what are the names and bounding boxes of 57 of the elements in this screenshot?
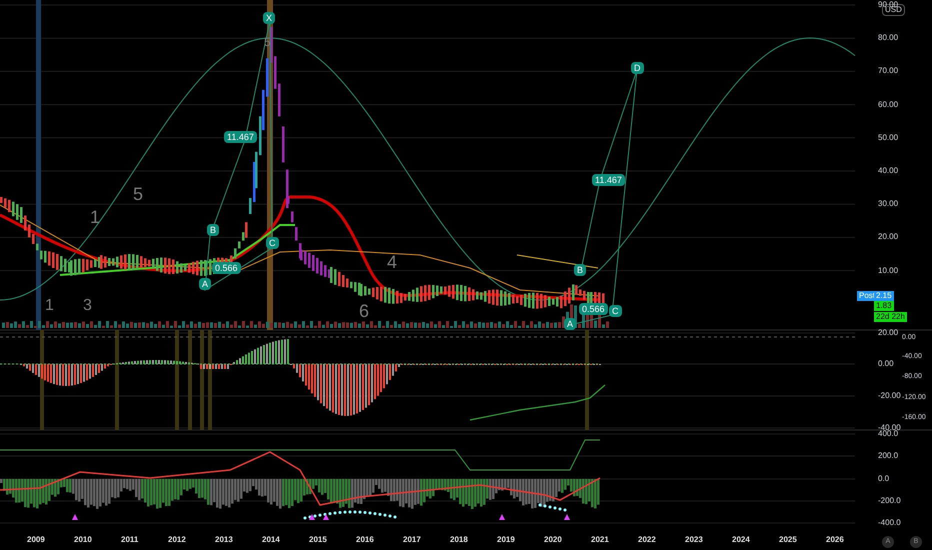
momentum-axis-label: 200.0 — [878, 451, 898, 461]
wave-count: 5 — [264, 36, 271, 48]
wave-count: 5 — [133, 185, 144, 203]
price-axis-label: 20.00 — [878, 232, 898, 242]
price-axis-label: 50.00 — [878, 132, 898, 143]
oscillator-axis-label: 0.00 — [878, 359, 894, 369]
pattern-label: C — [266, 237, 278, 249]
pattern-label: B — [574, 264, 586, 276]
time-axis-label: 2011 — [121, 535, 138, 545]
price-axis-label: 10.00 — [878, 266, 898, 276]
pattern-label: 0.566 — [579, 303, 608, 315]
price-axis-label: 60.00 — [878, 100, 898, 110]
price-badge: 2.15 — [874, 291, 894, 301]
price-axis-label: 40.00 — [878, 166, 898, 176]
momentum-axis-label: 0.0 — [878, 474, 890, 484]
pattern-label: C — [609, 305, 622, 317]
time-axis-label: 2014 — [262, 535, 280, 545]
time-axis-label: 2025 — [779, 535, 797, 545]
pattern-label: 0.566 — [212, 262, 241, 274]
time-axis-label: 2016 — [356, 535, 374, 545]
time-axis-label: 2026 — [826, 535, 844, 545]
wave-count: 4 — [387, 253, 398, 271]
pattern-label: 11.467 — [592, 174, 625, 186]
wave-count: 6 — [359, 302, 370, 320]
time-axis-label: 2015 — [309, 535, 327, 545]
price-axis-label: 70.00 — [878, 66, 898, 76]
time-axis-label: 2019 — [497, 535, 515, 545]
time-axis-label: 2020 — [544, 535, 562, 545]
price-axis-label: 80.00 — [878, 33, 898, 44]
countdown-badge: 22d 22h — [874, 312, 907, 322]
price-axis-label: 30.00 — [878, 199, 898, 210]
time-axis-label: 2010 — [74, 535, 92, 545]
time-axis-label: 2013 — [215, 535, 233, 545]
pattern-label: A — [199, 278, 212, 290]
pattern-label: B — [207, 224, 220, 236]
pattern-label: 11.467 — [224, 131, 257, 143]
time-axis-label: 2018 — [450, 535, 468, 545]
oscillator-axis-label: -40.00 — [878, 423, 901, 432]
pattern-label: D — [631, 62, 644, 74]
pattern-label: X — [263, 12, 276, 24]
oscillator-axis-label: 20.00 — [878, 328, 898, 338]
price-badge: 1.83 — [874, 301, 894, 311]
wave-count: 1 — [45, 298, 54, 314]
momentum-axis-label: 400.0 — [878, 429, 898, 439]
wave-count: 1 — [90, 208, 100, 226]
oscillator-axis-label: -20.00 — [878, 391, 901, 401]
time-axis-label: 2024 — [732, 535, 750, 545]
time-axis-label: 2022 — [638, 535, 656, 545]
wave-count: 3 — [83, 298, 92, 314]
time-axis-label: 2021 — [591, 535, 609, 545]
time-axis-label: 2012 — [168, 535, 186, 545]
time-axis-label: 2009 — [27, 535, 45, 545]
momentum-axis-label: -400.0 — [878, 518, 901, 528]
pattern-label: A — [564, 318, 576, 330]
momentum-axis-label: -200.0 — [878, 496, 901, 506]
time-axis-label: 2017 — [403, 535, 421, 545]
time-axis-label: 2023 — [685, 535, 703, 545]
